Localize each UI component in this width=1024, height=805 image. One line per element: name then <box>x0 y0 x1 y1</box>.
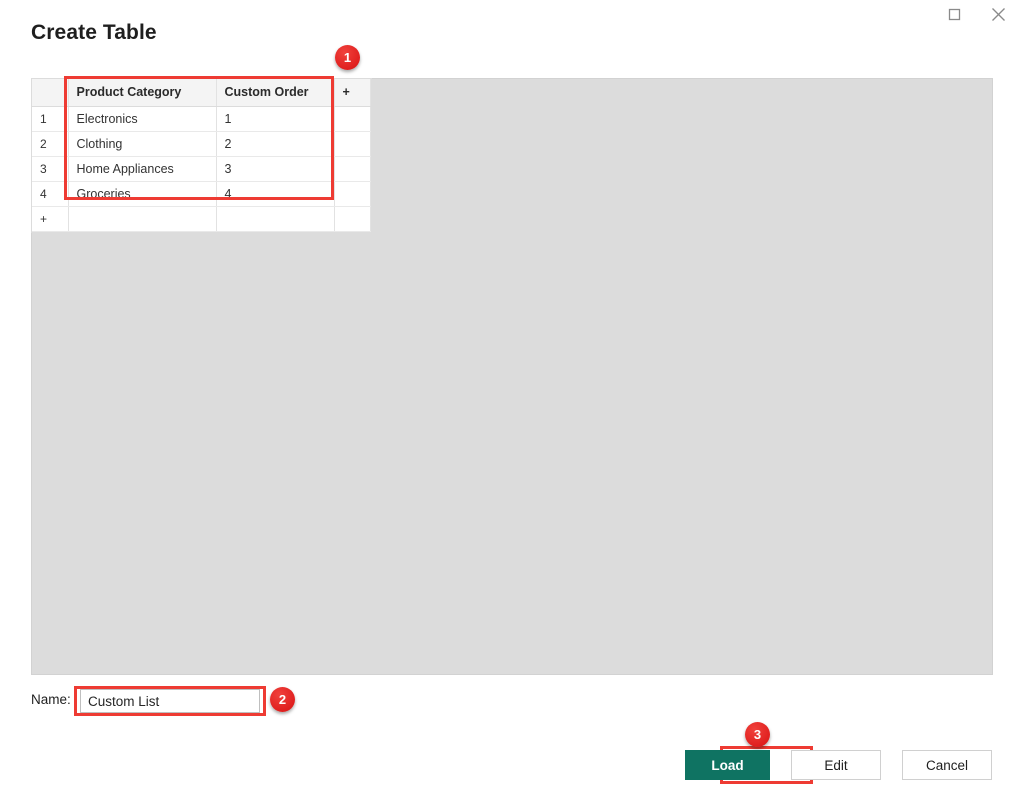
add-column-button[interactable]: + <box>334 79 371 107</box>
add-row-cell-product-category[interactable] <box>68 206 217 232</box>
table-head: Product Category Custom Order + <box>32 79 371 107</box>
row-index[interactable]: 3 <box>32 156 69 182</box>
cell-custom-order[interactable]: 1 <box>216 106 335 132</box>
cell-product-category[interactable]: Clothing <box>68 131 217 157</box>
table-row[interactable]: 3 Home Appliances 3 <box>32 156 371 182</box>
dialog-footer: Load Edit Cancel <box>685 750 992 780</box>
table-body: 1 Electronics 1 2 Clothing 2 3 Home Appliances 3… <box>32 106 371 232</box>
cancel-button[interactable]: Cancel <box>902 750 992 780</box>
window-controls <box>932 0 1020 28</box>
grid-table[interactable]: Product Category Custom Order + 1 Electro… <box>31 78 372 233</box>
table-row[interactable]: 4 Groceries 4 <box>32 181 371 207</box>
row-header-corner <box>32 79 69 107</box>
cell-product-category[interactable]: Electronics <box>68 106 217 132</box>
row-spacer-cell <box>334 131 371 157</box>
add-row-spacer-cell <box>334 206 371 232</box>
cell-custom-order[interactable]: 4 <box>216 181 335 207</box>
close-icon <box>991 7 1006 22</box>
row-spacer-cell <box>334 181 371 207</box>
row-index[interactable]: 1 <box>32 106 69 132</box>
row-index[interactable]: 2 <box>32 131 69 157</box>
name-label: Name: <box>31 692 71 707</box>
row-index[interactable]: 4 <box>32 181 69 207</box>
table: Product Category Custom Order + 1 Electro… <box>32 79 371 232</box>
cell-custom-order[interactable]: 3 <box>216 156 335 182</box>
page-title: Create Table <box>31 21 157 44</box>
row-spacer-cell <box>334 156 371 182</box>
edit-button[interactable]: Edit <box>791 750 881 780</box>
table-header-row: Product Category Custom Order + <box>32 79 371 107</box>
cell-product-category[interactable]: Home Appliances <box>68 156 217 182</box>
step-badge-3: 3 <box>745 722 770 747</box>
name-input[interactable] <box>80 689 260 713</box>
add-row-button[interactable]: + <box>32 206 69 232</box>
table-row[interactable]: 1 Electronics 1 <box>32 106 371 132</box>
maximize-icon <box>948 8 961 21</box>
row-spacer-cell <box>334 106 371 132</box>
cell-custom-order[interactable]: 2 <box>216 131 335 157</box>
add-row[interactable]: + <box>32 206 371 232</box>
cell-product-category[interactable]: Groceries <box>68 181 217 207</box>
step-badge-1: 1 <box>335 45 360 70</box>
column-header-custom-order[interactable]: Custom Order <box>216 79 335 107</box>
close-button[interactable] <box>976 0 1020 28</box>
step-badge-2: 2 <box>270 687 295 712</box>
load-button[interactable]: Load <box>685 750 770 780</box>
table-row[interactable]: 2 Clothing 2 <box>32 131 371 157</box>
column-header-product-category[interactable]: Product Category <box>68 79 217 107</box>
create-table-dialog: Create Table Product Category Custom Ord… <box>0 0 1024 805</box>
add-row-cell-custom-order[interactable] <box>216 206 335 232</box>
maximize-button[interactable] <box>932 0 976 28</box>
